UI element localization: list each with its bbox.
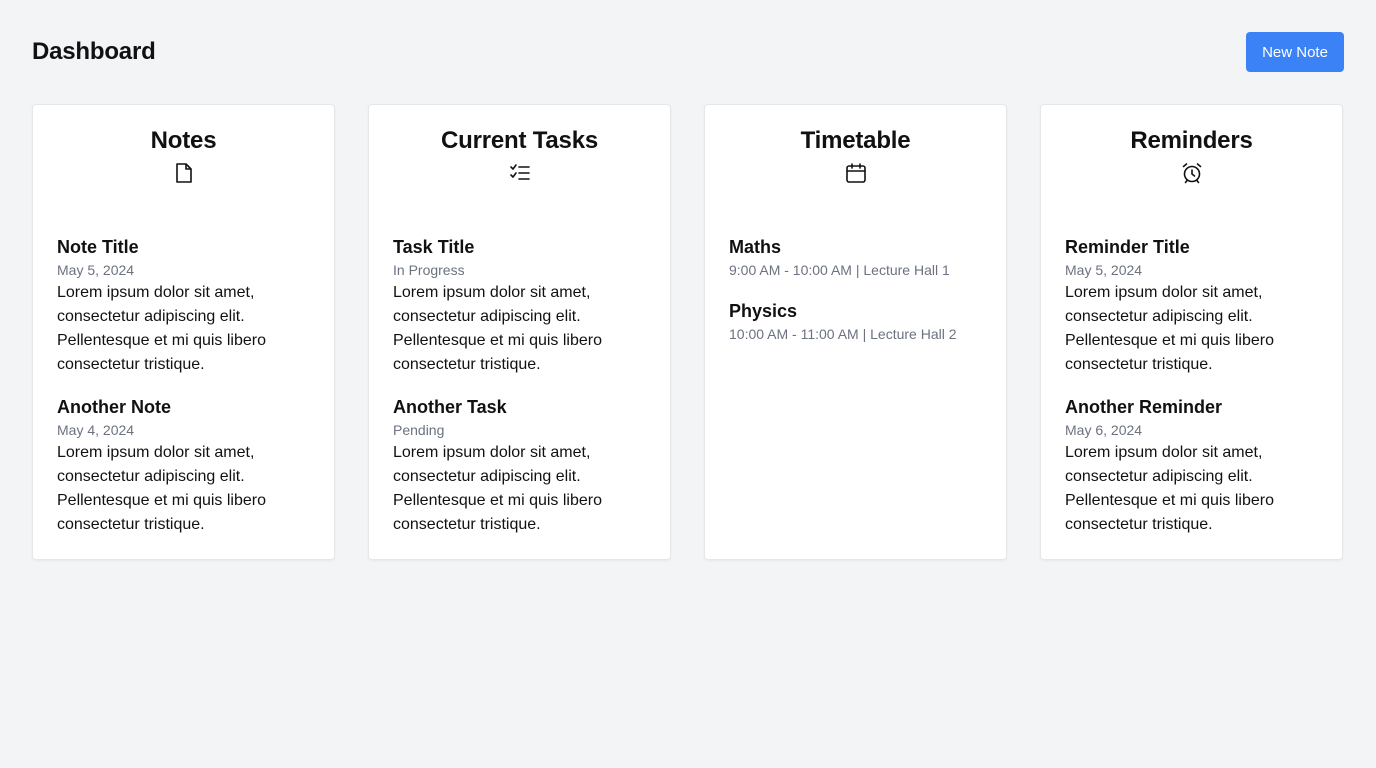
task-title: Task Title: [393, 237, 475, 257]
note-date: May 4, 2024: [57, 422, 135, 438]
note-title: Note Title: [57, 237, 139, 257]
timetable-detail: 10:00 AM - 11:00 AM | Lecture Hall 2: [729, 326, 957, 342]
notes-card: Notes Note Title May 5, 2024 Lorem ipsum…: [32, 104, 335, 560]
timetable-subject: Maths: [729, 237, 782, 257]
tasks-card-title: Current Tasks: [440, 127, 598, 154]
reminder-title: Another Reminder: [1065, 397, 1223, 417]
note-date: May 5, 2024: [57, 262, 135, 278]
page-title: Dashboard: [32, 38, 156, 65]
document-icon: [175, 163, 192, 183]
reminders-card-title: Reminders: [1130, 127, 1253, 154]
tasks-card: Current Tasks Task Title In Progress Lor…: [368, 104, 671, 560]
reminders-card-header: Reminders: [1065, 127, 1318, 235]
task-title: Another Task: [393, 397, 507, 417]
reminder-date: May 6, 2024: [1065, 422, 1143, 438]
reminder-item[interactable]: Another Reminder May 6, 2024 Lorem ipsum…: [1065, 395, 1318, 537]
timetable-card-title: Timetable: [800, 127, 911, 154]
reminders-card: Reminders Reminder Title May 5, 2024 Lor…: [1040, 104, 1343, 560]
timetable-subject: Physics: [729, 301, 798, 321]
task-body: Lorem ipsum dolor sit amet, consectetur …: [393, 284, 603, 373]
reminder-body: Lorem ipsum dolor sit amet, consectetur …: [1065, 284, 1275, 373]
task-status: In Progress: [393, 262, 465, 278]
notes-card-title: Notes: [150, 127, 217, 154]
note-item[interactable]: Note Title May 5, 2024 Lorem ipsum dolor…: [57, 235, 310, 377]
task-body: Lorem ipsum dolor sit amet, consectetur …: [393, 444, 603, 533]
checklist-icon: [509, 164, 530, 180]
alarm-clock-icon: [1182, 163, 1201, 184]
timetable-card-header: Timetable: [729, 127, 982, 235]
page-header: Dashboard New Note: [32, 32, 1344, 72]
dashboard-cards: Notes Note Title May 5, 2024 Lorem ipsum…: [32, 104, 1344, 560]
note-body: Lorem ipsum dolor sit amet, consectetur …: [57, 444, 267, 533]
reminder-title: Reminder Title: [1065, 237, 1190, 257]
reminder-date: May 5, 2024: [1065, 262, 1143, 278]
tasks-card-header: Current Tasks: [393, 127, 646, 235]
note-title: Another Note: [57, 397, 171, 417]
note-item[interactable]: Another Note May 4, 2024 Lorem ipsum dol…: [57, 395, 310, 537]
new-note-button[interactable]: New Note: [1246, 32, 1344, 72]
timetable-card: Timetable Maths 9:00 AM - 10:00 AM | Lec…: [704, 104, 1007, 560]
task-item[interactable]: Task Title In Progress Lorem ipsum dolor…: [393, 235, 646, 377]
calendar-icon: [845, 163, 866, 183]
reminder-body: Lorem ipsum dolor sit amet, consectetur …: [1065, 444, 1275, 533]
task-item[interactable]: Another Task Pending Lorem ipsum dolor s…: [393, 395, 646, 537]
task-status: Pending: [393, 422, 445, 438]
timetable-detail: 9:00 AM - 10:00 AM | Lecture Hall 1: [729, 262, 950, 278]
notes-card-header: Notes: [57, 127, 310, 235]
note-body: Lorem ipsum dolor sit amet, consectetur …: [57, 284, 267, 373]
timetable-entry[interactable]: Maths 9:00 AM - 10:00 AM | Lecture Hall …: [729, 235, 982, 281]
reminder-item[interactable]: Reminder Title May 5, 2024 Lorem ipsum d…: [1065, 235, 1318, 377]
timetable-entry[interactable]: Physics 10:00 AM - 11:00 AM | Lecture Ha…: [729, 299, 982, 345]
